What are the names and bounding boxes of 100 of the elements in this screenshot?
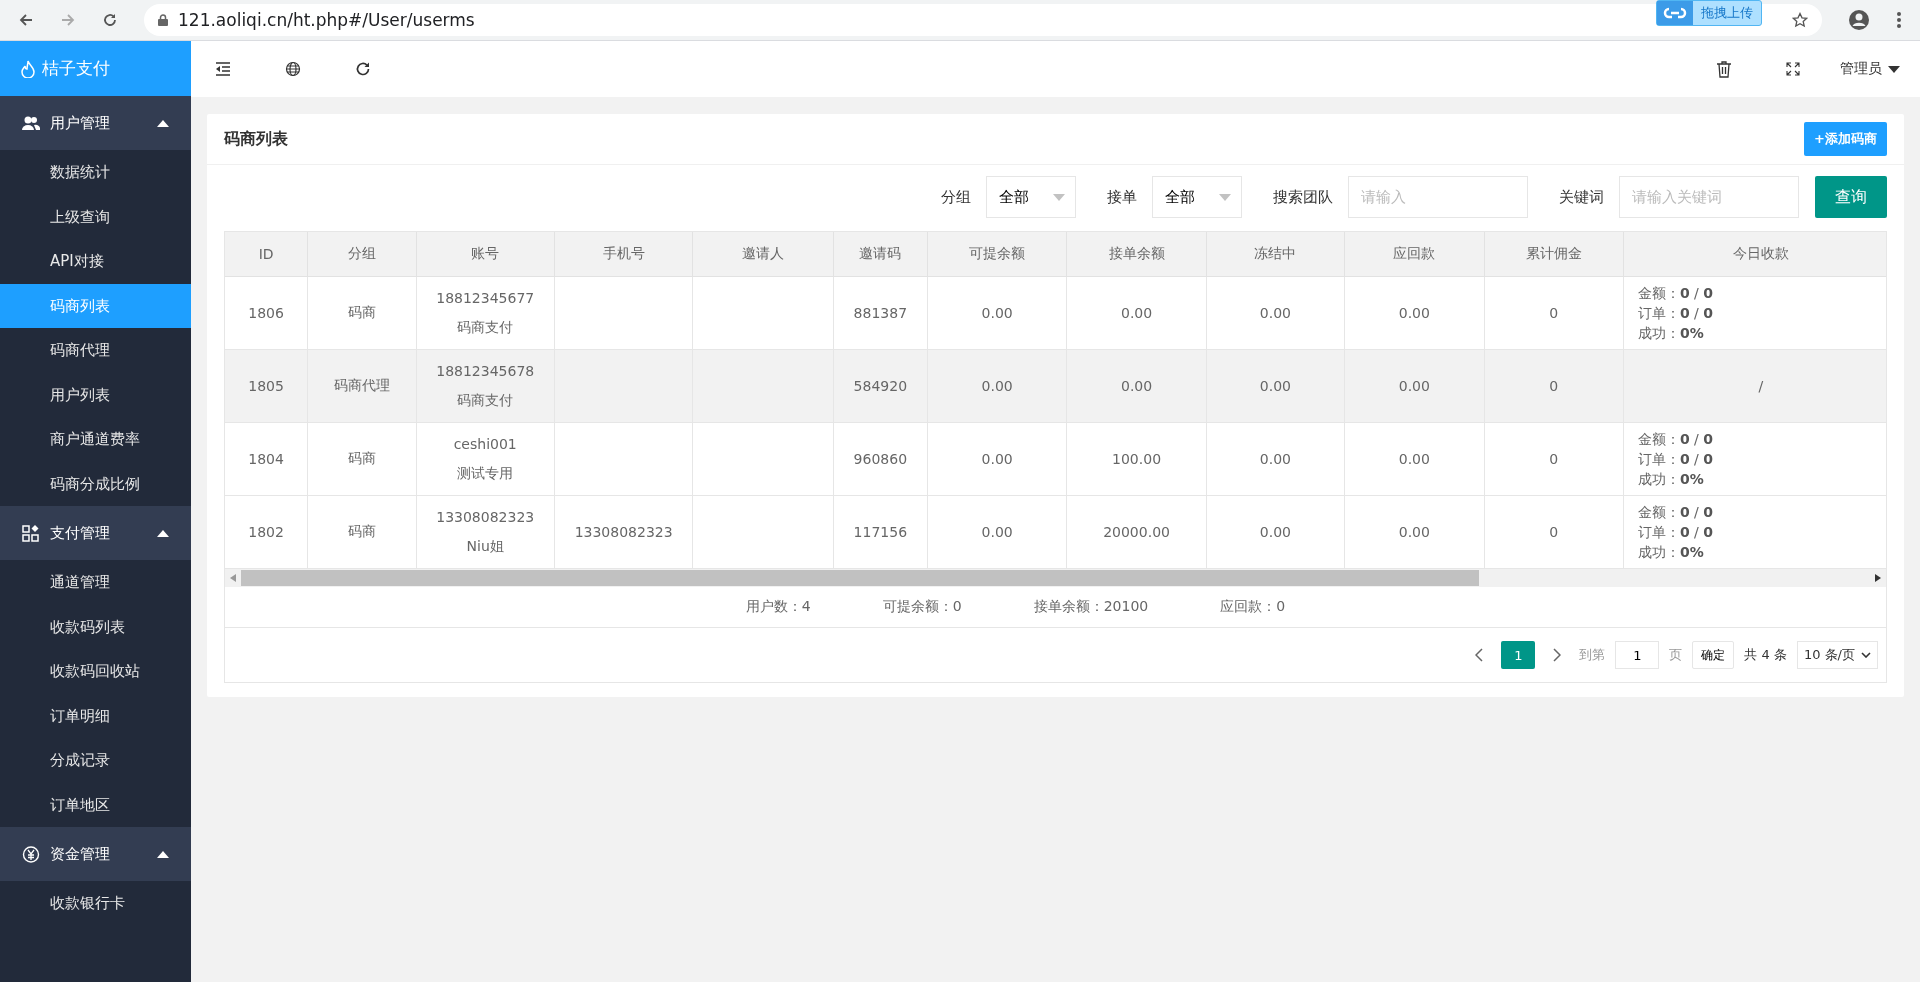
filter-label: 搜索团队 (1273, 187, 1333, 207)
cell-text: 码商代理 (333, 377, 390, 393)
cell-text: 13308082323 (574, 524, 673, 540)
stat-text: 成功：0% (1637, 470, 1705, 489)
user-menu[interactable]: 管理员 (1840, 60, 1900, 78)
column-header: 账号 (416, 232, 555, 277)
input-field[interactable]: 请输入 (1348, 176, 1528, 218)
column-header: 接单余额 (1066, 232, 1207, 277)
sidebar-item[interactable]: 码商分成比例 (0, 461, 191, 506)
column-header: 手机号 (554, 232, 693, 277)
summary-text: 可提余额：0 (882, 598, 962, 616)
cell-text: 0 (1549, 305, 1559, 321)
caret-down-icon (1888, 65, 1900, 73)
cell-text: 0 (1549, 378, 1559, 394)
table-row[interactable]: 1805 码商代理 18812345678 码商支付 584920 0.00 0.00 0.00 0.00 0 / (225, 349, 1886, 423)
column-header: 可提余额 (927, 232, 1067, 277)
yen-icon (22, 845, 40, 863)
column-header: 今日收款 (1623, 232, 1886, 277)
cell-text: 0.00 (1398, 524, 1430, 540)
users-icon (22, 114, 40, 132)
query-button[interactable]: 查询 (1815, 176, 1887, 218)
cell-text: 0.00 (1120, 305, 1153, 321)
cell-text: 881387 (853, 305, 908, 321)
sidebar-item[interactable]: 码商代理 (0, 328, 191, 373)
cell-text: 0 (1549, 451, 1559, 467)
sidebar-group[interactable]: 支付管理 (0, 506, 191, 560)
more-icon[interactable] (1896, 11, 1902, 29)
summary-text: 用户数：4 (745, 598, 811, 616)
logo-text: 桔子支付 (42, 57, 110, 80)
cell-text: 0.00 (1398, 305, 1430, 321)
horizontal-scrollbar[interactable] (225, 569, 1886, 587)
total-count: 共 4 条 (1744, 646, 1787, 664)
column-header: 冻结中 (1206, 232, 1345, 277)
sidebar-item[interactable]: 收款银行卡 (0, 881, 191, 926)
cell-text: 0.00 (1259, 451, 1292, 467)
table-row[interactable]: 1806 码商 18812345677 码商支付 881387 0.00 0.00 0.00 0.00 0 金额：0 / 0 订单：0 / 0 成功：0% (225, 276, 1886, 350)
stat-text: 订单：0 / 0 (1637, 304, 1715, 323)
sidebar-item[interactable]: 订单地区 (0, 782, 191, 827)
select-field[interactable]: 全部 (986, 176, 1076, 218)
cell-text: 100.00 (1112, 451, 1162, 467)
user-name: 管理员 (1840, 60, 1882, 78)
cell-text: 1805 (248, 378, 284, 394)
stat-text: 金额：0 / 0 (1637, 503, 1715, 522)
sidebar-item[interactable]: 收款码列表 (0, 604, 191, 649)
stat-text: 成功：0% (1637, 543, 1705, 562)
confirm-button[interactable]: 确定 (1692, 641, 1735, 669)
star-icon[interactable] (1792, 12, 1808, 28)
group-label: 支付管理 (50, 523, 111, 543)
sidebar-group[interactable]: 用户管理 (0, 96, 191, 150)
select-field[interactable]: 全部 (1152, 176, 1242, 218)
input-field[interactable]: 请输入关键词 (1619, 176, 1799, 218)
reload-icon[interactable] (102, 12, 118, 28)
table-row[interactable]: 1802 码商 13308082323 Niu姐 13308082323 117156 0.00 20000.00 0.00 0.00 0 金额：0 / 0 订单：0 / 0 成功：0% (225, 495, 1886, 569)
badge-label: 拖拽上传 (1700, 4, 1754, 22)
sidebar-item[interactable]: 上级查询 (0, 194, 191, 239)
account-text: 13308082323 (435, 508, 536, 527)
sidebar-item[interactable]: 订单明细 (0, 693, 191, 738)
sidebar-item[interactable]: 数据统计 (0, 150, 191, 195)
caret-up-icon (157, 119, 169, 127)
grid-icon (22, 524, 40, 542)
cell-text: 0 (1549, 524, 1559, 540)
stat-text: 金额：0 / 0 (1637, 430, 1715, 449)
sidebar-item[interactable]: 分成记录 (0, 738, 191, 783)
cell-text: 0.00 (981, 524, 1013, 540)
cell-text: 0.00 (1398, 451, 1430, 467)
account-text: 测试专用 (456, 464, 515, 483)
group-label: 用户管理 (50, 113, 111, 133)
sidebar-group[interactable]: 资金管理 (0, 827, 191, 881)
column-header: 累计佣金 (1484, 232, 1624, 277)
sidebar-item[interactable]: 商户通道费率 (0, 417, 191, 462)
url-text: 121.aoliqi.cn/ht.php#/User/userms (178, 10, 475, 30)
page-unit: 页 (1669, 646, 1683, 664)
stat-text: 金额：0 / 0 (1637, 284, 1715, 303)
sidebar-item[interactable]: API对接 (0, 239, 191, 284)
account-text: 18812345678 (435, 362, 536, 381)
card-title: 码商列表 (224, 128, 288, 150)
account-text: 码商支付 (456, 391, 515, 410)
caret-down-icon (1219, 193, 1231, 201)
account-text: ceshi001 (452, 435, 518, 454)
page-button[interactable]: 1 (1501, 641, 1536, 669)
cell-text: 0.00 (1398, 378, 1430, 394)
column-header: 分组 (307, 232, 417, 277)
account-text: 18812345677 (435, 289, 536, 308)
page-size-select[interactable]: 10 条/页 (1796, 641, 1878, 669)
scroll-thumb[interactable] (241, 570, 1480, 586)
cell-text: 码商 (347, 450, 376, 466)
back-icon[interactable] (18, 12, 34, 28)
cell-text: 117156 (853, 524, 908, 540)
page-input[interactable]: 1 (1615, 641, 1660, 669)
stat-text: 成功：0% (1637, 324, 1705, 343)
chevron-down-icon (1861, 652, 1871, 658)
sidebar-item[interactable]: 收款码回收站 (0, 649, 191, 694)
cell-text: 0.00 (1259, 378, 1292, 394)
account-icon[interactable] (1848, 9, 1870, 31)
sidebar-item[interactable]: 通道管理 (0, 560, 191, 605)
stat-text: 订单：0 / 0 (1637, 450, 1715, 469)
sidebar-item[interactable]: 用户列表 (0, 372, 191, 417)
table-row[interactable]: 1804 码商 ceshi001 测试专用 960860 0.00 100.00 0.00 0.00 0 金额：0 / 0 订单：0 / 0 成功：0% (225, 422, 1886, 496)
group-label: 资金管理 (50, 844, 111, 864)
column-header: 应回款 (1344, 232, 1485, 277)
